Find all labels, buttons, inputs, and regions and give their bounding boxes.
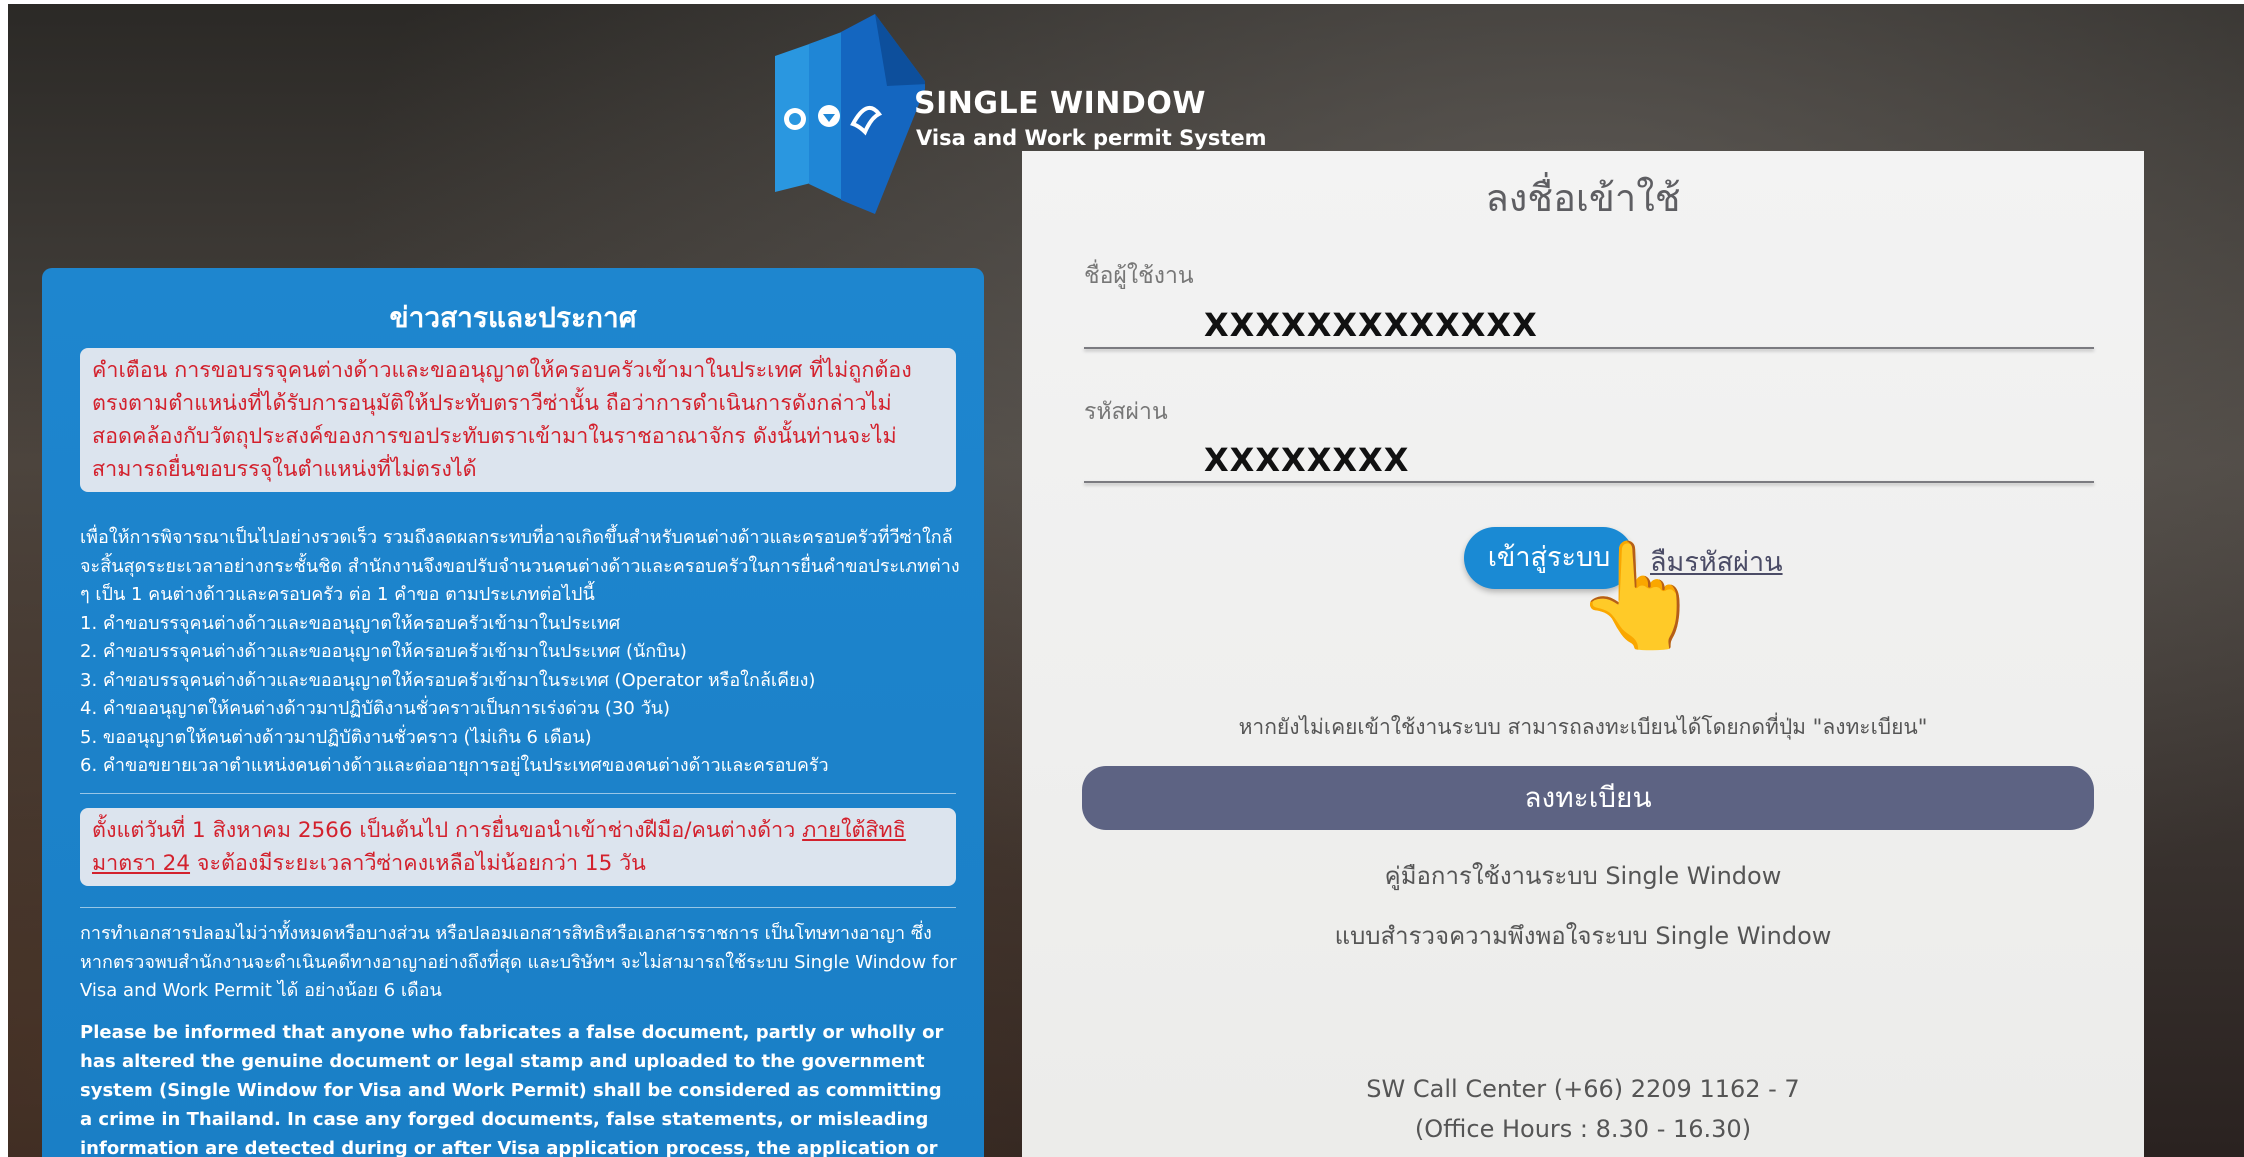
frame-left: [0, 0, 8, 1157]
news-divider-2: [80, 907, 956, 908]
register-button[interactable]: ลงทะเบียน: [1082, 766, 2094, 830]
news-item-4: 4. คำขออนุญาตให้คนต่างด้าวมาปฏิบัติงานชั…: [80, 698, 671, 719]
username-input[interactable]: XXXXXXXXXXXXX: [1204, 306, 1538, 344]
pointing-hand-icon: 👆: [1574, 534, 1704, 656]
news-panel: ข่าวสารและประกาศ คำเตือน การขอบรรจุคนต่า…: [42, 268, 984, 1157]
news-item-2: 2. คำขอบรรจุคนต่างด้าวและขออนุญาตให้ครอบ…: [80, 641, 687, 662]
visa-notice-post: จะต้องมีระยะเวลาวีซ่าคงเหลือไม่น้อยกว่า …: [190, 851, 646, 876]
register-hint: หากยังไม่เคยเข้าใช้งานระบบ สามารถลงทะเบี…: [1238, 715, 1928, 739]
satisfaction-survey-link[interactable]: แบบสำรวจความพึงพอใจระบบ Single Window: [1022, 916, 2144, 955]
frame-top: [0, 0, 2244, 4]
news-item-5: 5. ขออนุญาตให้คนต่างด้าวมาปฏิบัติงานชั่ว…: [80, 726, 592, 748]
call-center-text: SW Call Center (+66) 2209 1162 - 7: [1366, 1075, 1800, 1103]
password-input[interactable]: XXXXXXXX: [1204, 441, 1409, 479]
warning-box: คำเตือน การขอบรรจุคนต่างด้าวและขออนุญาตใ…: [80, 348, 956, 492]
fraud-text-en: Please be informed that anyone who fabri…: [80, 1022, 944, 1157]
login-card: ลงชื่อเข้าใช้ ชื่อผู้ใช้งาน XXXXXXXXXXXX…: [1022, 151, 2144, 1157]
fraud-notice-th: การทำเอกสารปลอมไม่ว่าทั้งหมดหรือบางส่วน …: [80, 920, 960, 1006]
username-underline: [1084, 347, 2094, 349]
warning-text: คำเตือน การขอบรรจุคนต่างด้าวและขออนุญาตใ…: [92, 358, 912, 482]
username-label: ชื่อผู้ใช้งาน: [1084, 263, 1194, 289]
news-item-1: 1. คำขอบรรจุคนต่างด้าวและขออนุญาตให้ครอบ…: [80, 612, 621, 634]
visa-notice-pre: ตั้งแต่วันที่ 1 สิงหาคม 2566 เป็นต้นไป ก…: [92, 818, 803, 843]
visa-notice-box: ตั้งแต่วันที่ 1 สิงหาคม 2566 เป็นต้นไป ก…: [80, 808, 956, 886]
password-underline: [1084, 481, 2094, 483]
news-title: ข่าวสารและประกาศ: [389, 301, 637, 334]
login-title: ลงชื่อเข้าใช้: [1485, 176, 1681, 220]
news-intro-block: เพื่อให้การพิจารณาเป็นไปอย่างรวดเร็ว รวม…: [80, 524, 960, 781]
news-item-3: 3. คำขอบรรจุคนต่างด้าวและขออนุญาตให้ครอบ…: [80, 669, 816, 691]
logo-title: SINGLE WINDOW: [914, 86, 1206, 121]
password-label: รหัสผ่าน: [1084, 399, 1168, 425]
user-manual-link[interactable]: คู่มือการใช้งานระบบ Single Window: [1022, 856, 2144, 895]
fraud-text-th: การทำเอกสารปลอมไม่ว่าทั้งหมดหรือบางส่วน …: [80, 923, 957, 1001]
news-divider-1: [80, 793, 956, 794]
office-hours-text: (Office Hours : 8.30 - 16.30): [1414, 1115, 1752, 1143]
news-item-6: 6. คำขอขยายเวลาตำแหน่งคนต่างด้าวและต่ออา…: [80, 755, 829, 776]
news-intro: เพื่อให้การพิจารณาเป็นไปอย่างรวดเร็ว รวม…: [80, 527, 960, 605]
fraud-notice-en: Please be informed that anyone who fabri…: [80, 1018, 960, 1157]
logo-subtitle: Visa and Work permit System: [916, 126, 1267, 150]
logo-emblem-icon: [775, 14, 925, 214]
